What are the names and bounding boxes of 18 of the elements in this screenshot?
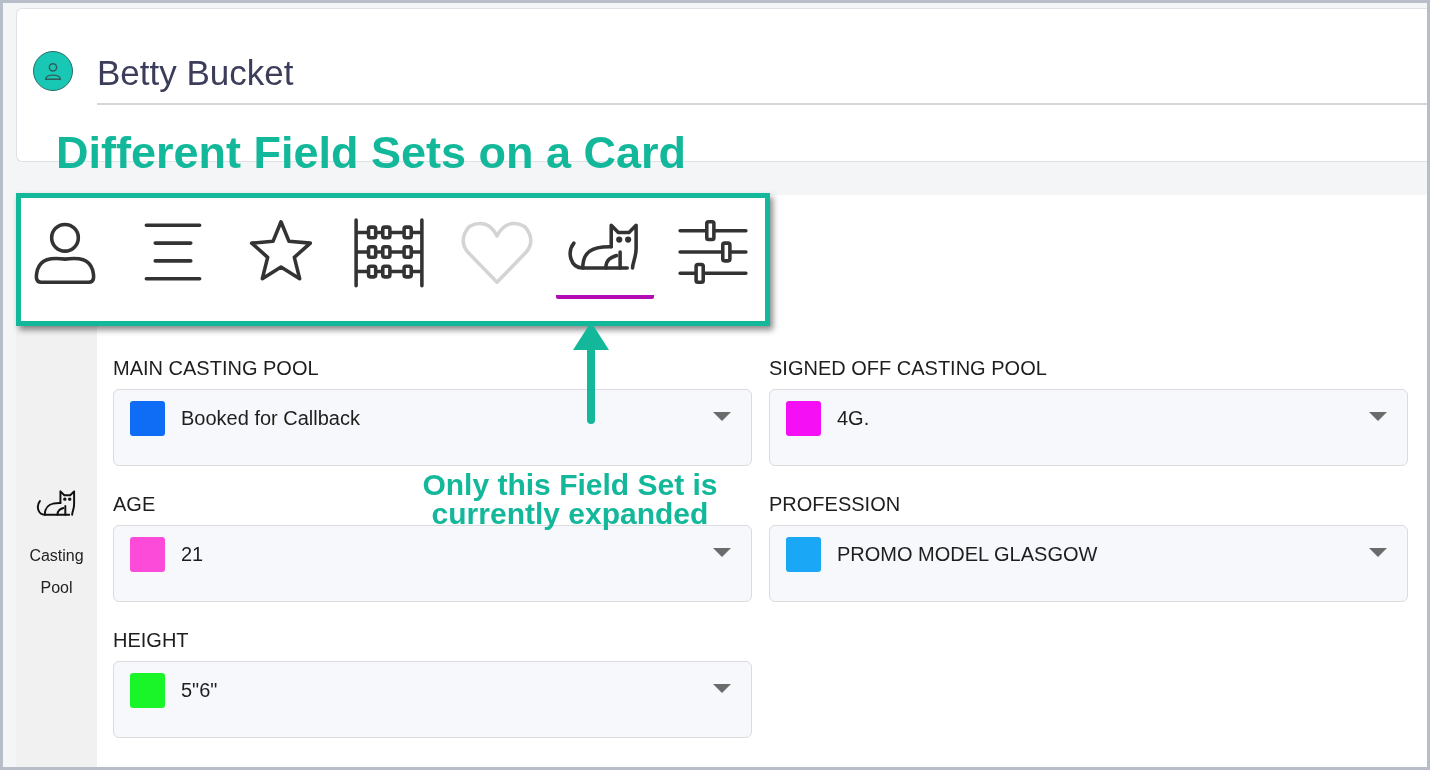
caret-icon <box>713 412 731 422</box>
caret-icon <box>1369 548 1387 558</box>
field-label: HEIGHT <box>113 629 189 651</box>
field-label: PROFESSION <box>769 493 901 515</box>
caret-icon <box>713 684 731 694</box>
annotation-title: Different Field Sets on a Card <box>56 127 687 179</box>
field-label: AGE <box>113 493 156 515</box>
annotation-note: Only this Field Set is currently expanded <box>421 470 719 528</box>
caret-icon <box>1369 412 1387 422</box>
field-label: MAIN CASTING POOL <box>113 357 319 379</box>
select-field[interactable]: 5"6" <box>113 661 752 738</box>
caret-icon <box>713 548 731 558</box>
select-field[interactable]: PROMO MODEL GLASGOW <box>769 525 1408 602</box>
field-label: SIGNED OFF CASTING POOL <box>769 357 1047 379</box>
sidebar-label: Casting Pool <box>28 545 85 598</box>
select-field[interactable]: Booked for Callback <box>113 389 752 466</box>
select-field[interactable]: 4G. <box>769 389 1408 466</box>
person-icon <box>42 60 64 82</box>
